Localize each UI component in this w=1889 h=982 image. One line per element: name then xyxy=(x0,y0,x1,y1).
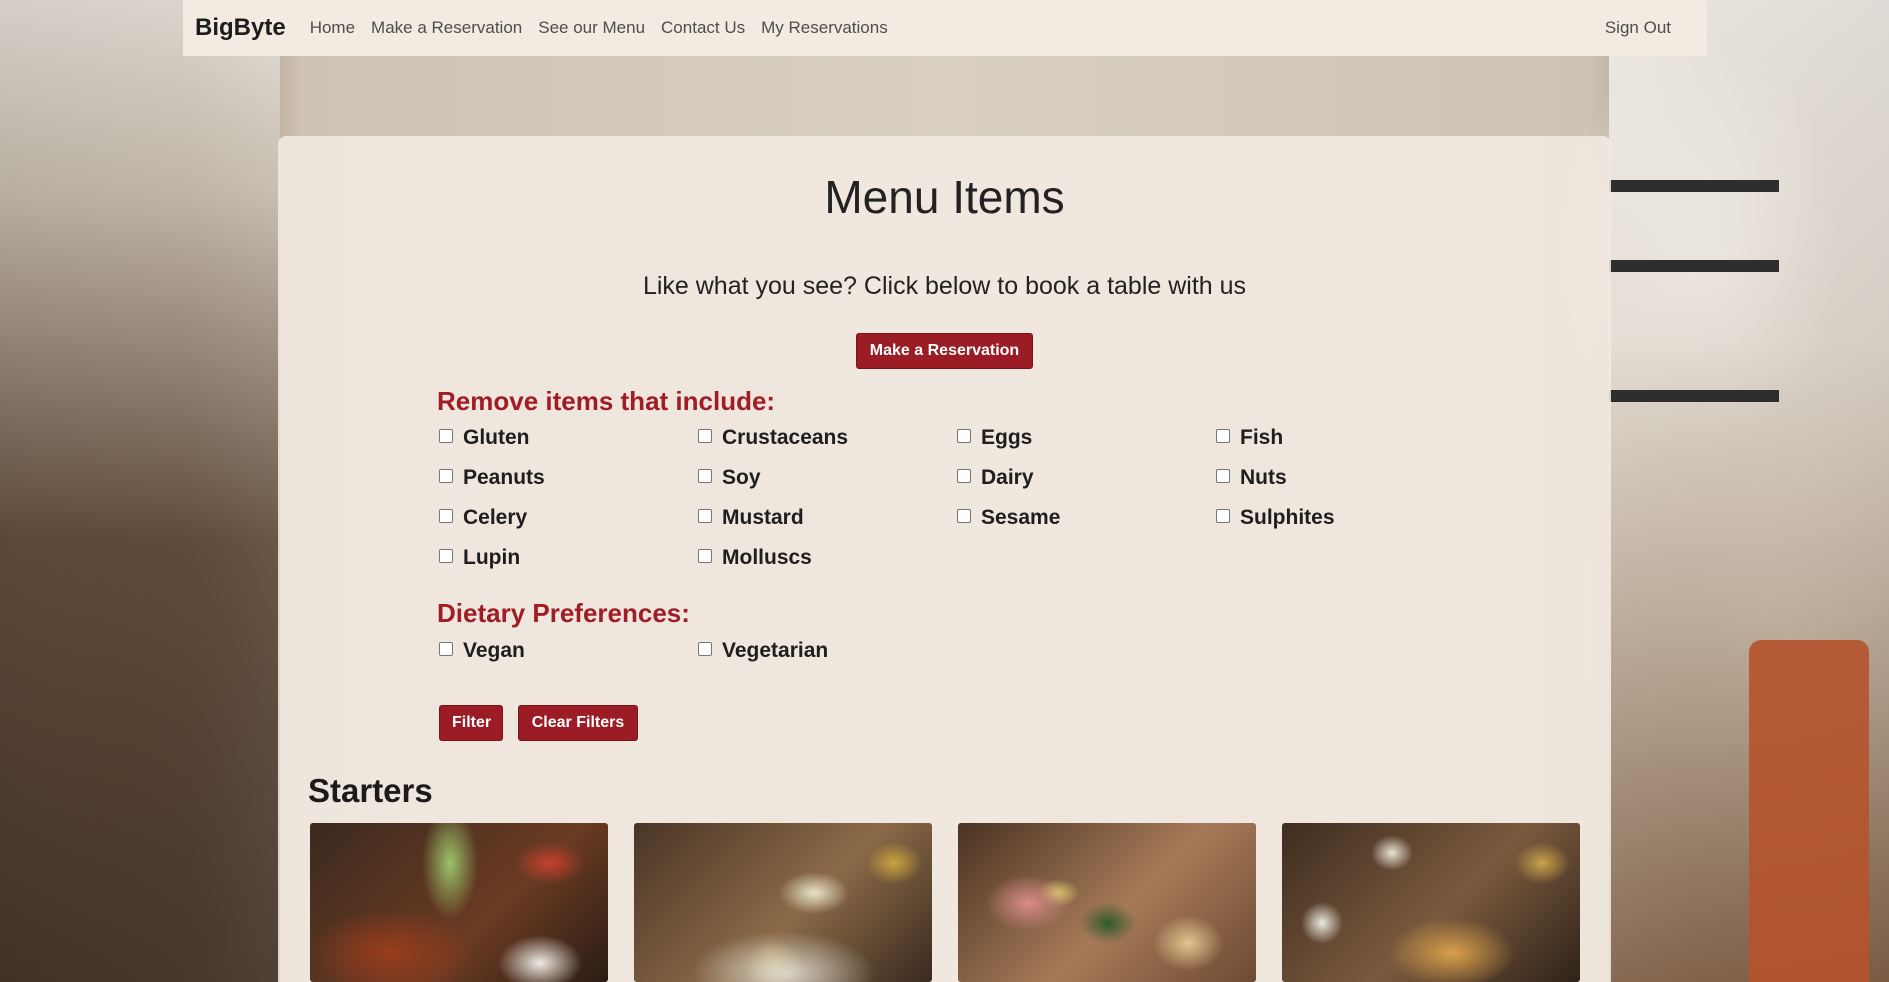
allergen-label: Peanuts xyxy=(463,466,545,489)
allergen-label: Mustard xyxy=(722,506,804,529)
nav-right: Sign Out xyxy=(1605,18,1695,38)
filter-button[interactable]: Filter xyxy=(439,705,503,741)
checkbox[interactable] xyxy=(1216,429,1230,443)
allergen-label: Sesame xyxy=(981,506,1061,529)
checkbox[interactable] xyxy=(439,429,453,443)
menu-item-image[interactable] xyxy=(1282,823,1580,982)
diet-label: Vegetarian xyxy=(722,639,829,662)
make-reservation-button[interactable]: Make a Reservation xyxy=(856,333,1033,369)
checkbox[interactable] xyxy=(698,429,712,443)
checkbox[interactable] xyxy=(698,469,712,483)
nav-link-menu[interactable]: See our Menu xyxy=(538,18,645,38)
nav-link-make-reservation[interactable]: Make a Reservation xyxy=(371,18,522,38)
allergen-option-sulphites[interactable]: Sulphites xyxy=(1216,506,1335,530)
allergen-label: Eggs xyxy=(981,426,1033,449)
allergen-label: Lupin xyxy=(463,546,521,569)
page-title: Menu Items xyxy=(824,171,1065,223)
diet-option-vegetarian[interactable]: Vegetarian xyxy=(698,639,828,663)
dietary-filter-heading: Dietary Preferences: xyxy=(437,598,690,628)
allergen-option-nuts[interactable]: Nuts xyxy=(1216,466,1287,490)
clear-filters-button[interactable]: Clear Filters xyxy=(518,705,638,741)
allergen-option-lupin[interactable]: Lupin xyxy=(439,546,520,570)
nav-links: Home Make a Reservation See our Menu Con… xyxy=(310,18,904,38)
menu-item-image[interactable] xyxy=(634,823,932,982)
allergen-option-eggs[interactable]: Eggs xyxy=(957,426,1032,450)
allergen-option-molluscs[interactable]: Molluscs xyxy=(698,546,812,570)
checkbox[interactable] xyxy=(698,509,712,523)
allergen-option-celery[interactable]: Celery xyxy=(439,506,527,530)
nav-link-contact[interactable]: Contact Us xyxy=(661,18,745,38)
allergen-label: Molluscs xyxy=(722,546,812,569)
section-title-starters: Starters xyxy=(308,772,433,809)
allergen-label: Sulphites xyxy=(1240,506,1335,529)
allergen-label: Fish xyxy=(1240,426,1284,449)
allergen-option-sesame[interactable]: Sesame xyxy=(957,506,1060,530)
checkbox[interactable] xyxy=(439,642,453,656)
checkbox[interactable] xyxy=(698,549,712,563)
menu-item-image[interactable] xyxy=(310,823,608,982)
diet-label: Vegan xyxy=(463,639,525,662)
allergen-option-gluten[interactable]: Gluten xyxy=(439,426,530,450)
background-shelf xyxy=(1609,390,1779,402)
checkbox[interactable] xyxy=(698,642,712,656)
checkbox[interactable] xyxy=(439,549,453,563)
background-shelf xyxy=(1609,260,1779,272)
allergen-label: Gluten xyxy=(463,426,530,449)
allergen-option-peanuts[interactable]: Peanuts xyxy=(439,466,545,490)
allergen-option-dairy[interactable]: Dairy xyxy=(957,466,1034,490)
checkbox[interactable] xyxy=(957,469,971,483)
background-chair xyxy=(1749,640,1869,982)
checkbox[interactable] xyxy=(957,429,971,443)
checkbox[interactable] xyxy=(439,509,453,523)
allergen-filter-heading: Remove items that include: xyxy=(437,386,776,416)
allergen-option-mustard[interactable]: Mustard xyxy=(698,506,804,530)
menu-item-image[interactable] xyxy=(958,823,1256,982)
allergen-option-crustaceans[interactable]: Crustaceans xyxy=(698,426,848,450)
allergen-label: Dairy xyxy=(981,466,1034,489)
nav-link-home[interactable]: Home xyxy=(310,18,355,38)
background-shelf xyxy=(1609,180,1779,192)
page-subtitle: Like what you see? Click below to book a… xyxy=(642,272,1247,300)
allergen-option-soy[interactable]: Soy xyxy=(698,466,761,490)
allergen-label: Celery xyxy=(463,506,528,529)
navbar: BigByte Home Make a Reservation See our … xyxy=(183,0,1707,56)
checkbox[interactable] xyxy=(1216,509,1230,523)
allergen-label: Soy xyxy=(722,466,761,489)
menu-panel: Menu Items Like what you see? Click belo… xyxy=(278,136,1611,982)
nav-link-my-reservations[interactable]: My Reservations xyxy=(761,18,888,38)
diet-option-vegan[interactable]: Vegan xyxy=(439,639,525,663)
background-left-scene xyxy=(0,0,280,982)
checkbox[interactable] xyxy=(957,509,971,523)
sign-out-link[interactable]: Sign Out xyxy=(1605,18,1671,37)
allergen-option-fish[interactable]: Fish xyxy=(1216,426,1283,450)
checkbox[interactable] xyxy=(1216,469,1230,483)
allergen-label: Nuts xyxy=(1240,466,1287,489)
brand-logo[interactable]: BigByte xyxy=(195,14,286,42)
checkbox[interactable] xyxy=(439,469,453,483)
allergen-label: Crustaceans xyxy=(722,426,849,449)
